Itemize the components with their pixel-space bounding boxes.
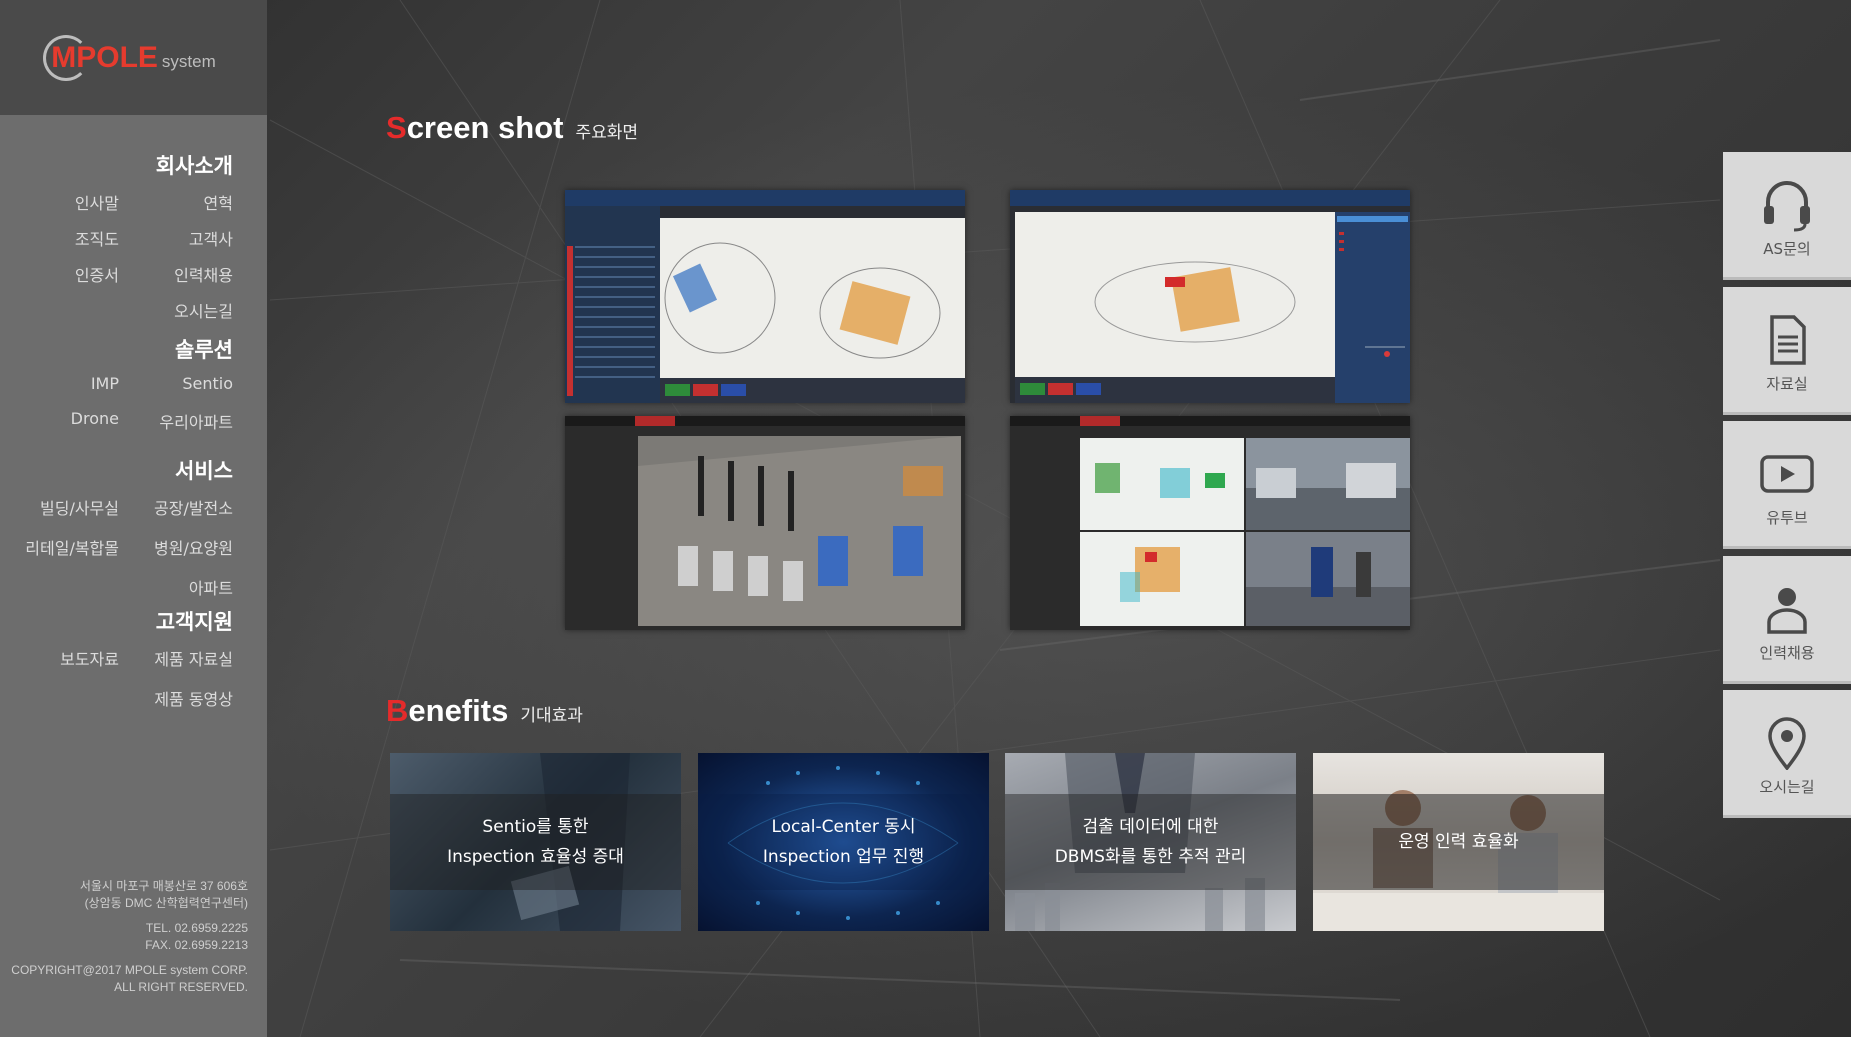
benefit-card-2[interactable]: Local-Center 동시 Inspection 업무 진행	[698, 753, 989, 931]
nav-item-hospital[interactable]: 병원/요양원	[143, 535, 233, 559]
nav-group-services: 서비스 빌딩/사무실 공장/발전소 리테일/복합몰 병원/요양원 아파트	[13, 455, 233, 611]
xray-quadrant-1	[1080, 438, 1244, 530]
play-icon	[1759, 447, 1815, 501]
nav-item-certificates[interactable]: 인증서	[13, 262, 143, 286]
nav-title-company[interactable]: 회사소개	[13, 150, 233, 180]
quick-menu-label: 자료실	[1766, 375, 1808, 393]
address-line-1: 서울시 마포구 매봉산로 37 606호	[79, 879, 248, 893]
sidebar: MPOLE system 회사소개 인사말 연혁 조직도 고객사 인증서 인력채용 오…	[0, 0, 267, 1037]
quick-menu-recruit[interactable]: 인력채용	[1723, 556, 1851, 684]
nav-item-press[interactable]: 보도자료	[13, 646, 143, 670]
app-titlebar	[565, 416, 965, 426]
nav-item-history[interactable]: 연혁	[143, 190, 233, 214]
nav-group-company: 회사소개 인사말 연혁 조직도 고객사 인증서 인력채용 오시는길	[13, 150, 233, 334]
quick-menu-youtube[interactable]: 유투브	[1723, 421, 1851, 549]
nav-item-organization[interactable]: 조직도	[13, 226, 143, 250]
app-titlebar	[565, 190, 965, 206]
tel-text: TEL. 02.6959.2225	[145, 921, 248, 935]
nav-item-clients[interactable]: 고객사	[143, 226, 233, 250]
nav-title-solutions[interactable]: 솔루션	[13, 334, 233, 364]
nav-item-apartment-app[interactable]: 우리아파트	[143, 409, 233, 433]
nav-item-empty	[13, 298, 143, 322]
quick-menu-as-inquiry[interactable]: AS문의	[1723, 152, 1851, 280]
camera-quadrant-1	[1246, 438, 1410, 530]
3d-facility-view	[638, 436, 961, 626]
xray-status-bar	[1015, 377, 1335, 403]
nav-item-directions[interactable]: 오시는길	[143, 298, 233, 322]
nav-group-support: 고객지원 보도자료 제품 자료실 제품 동영상	[13, 606, 233, 722]
nav-item-drone[interactable]: Drone	[13, 409, 143, 433]
benefit-line: Inspection 업무 진행	[762, 847, 925, 867]
nav-item-product-docs[interactable]: 제품 자료실	[143, 646, 233, 670]
benefit-card-3[interactable]: 검출 데이터에 대한 DBMS화를 통한 추적 관리	[1005, 753, 1296, 931]
screenshot-thumbnail-2[interactable]	[1010, 190, 1410, 403]
benefit-line: Sentio를 통한	[482, 817, 589, 837]
xray-side-panel	[1335, 212, 1410, 403]
address-line-2: (상암동 DMC 산학협력연구센터)	[84, 896, 248, 910]
quick-menu-directions[interactable]: 오시는길	[1723, 690, 1851, 818]
copyright-line-1: COPYRIGHT@2017 MPOLE system CORP.	[11, 963, 248, 977]
screenshot-thumbnail-4[interactable]	[1010, 416, 1410, 630]
nav-item-imp[interactable]: IMP	[13, 374, 143, 393]
xray-quadrant-2	[1080, 532, 1244, 626]
copyright-line-2: ALL RIGHT RESERVED.	[114, 980, 248, 994]
benefits-title-first-letter: B	[386, 693, 409, 728]
screenshot-section-title: Screen shot 주요화면	[386, 110, 638, 146]
company-logo[interactable]: MPOLE system	[43, 34, 216, 81]
benefit-text-1: Sentio를 통한 Inspection 효율성 증대	[447, 812, 624, 872]
nav-item-retail[interactable]: 리테일/복합몰	[13, 535, 143, 559]
quick-menu-label: AS문의	[1763, 240, 1811, 258]
screenshot-title-first-letter: S	[386, 110, 407, 145]
screenshot-thumbnail-3[interactable]	[565, 416, 965, 630]
benefits-title-rest: enefits	[408, 693, 509, 728]
nav-item-sentio[interactable]: Sentio	[143, 374, 233, 393]
benefit-text-3: 검출 데이터에 대한 DBMS화를 통한 추적 관리	[1055, 812, 1247, 872]
benefit-line: Inspection 효율성 증대	[447, 847, 624, 867]
quick-menu-label: 유투브	[1766, 509, 1808, 527]
quick-menu-label: 오시는길	[1759, 778, 1815, 796]
headset-icon	[1760, 178, 1814, 232]
benefit-line: DBMS화를 통한 추적 관리	[1054, 847, 1247, 867]
benefits-section-title: Benefits 기대효과	[386, 693, 583, 729]
screenshot-subtitle: 주요화면	[575, 123, 639, 143]
xray-image-pane	[660, 218, 965, 378]
nav-item-building[interactable]: 빌딩/사무실	[13, 495, 143, 519]
xray-status-bar	[660, 378, 965, 403]
app-titlebar	[1010, 416, 1410, 426]
fax-text: FAX. 02.6959.2213	[145, 938, 248, 952]
nav-group-solutions: 솔루션 IMP Sentio Drone 우리아파트	[13, 334, 233, 445]
benefit-line: 운영 인력 효율화	[1398, 832, 1519, 852]
nav-title-services[interactable]: 서비스	[13, 455, 233, 485]
camera-quadrant-2	[1246, 532, 1410, 626]
nav-item-apartment[interactable]: 아파트	[143, 575, 233, 599]
logo-sub-text: system	[161, 51, 216, 71]
app-list-panel	[565, 206, 660, 403]
nav-item-greeting[interactable]: 인사말	[13, 190, 143, 214]
logo-main-text: MPOLE	[51, 40, 158, 74]
logo-area[interactable]: MPOLE system	[0, 0, 267, 115]
benefits-subtitle: 기대효과	[520, 706, 583, 726]
footer-info: 서울시 마포구 매봉산로 37 606호 (상암동 DMC 산학협력연구센터) …	[11, 878, 248, 996]
location-pin-icon	[1760, 716, 1814, 770]
screenshot-thumbnail-1[interactable]	[565, 190, 965, 403]
nav-item-factory[interactable]: 공장/발전소	[143, 495, 233, 519]
screenshot-title-rest: creen shot	[406, 110, 564, 145]
benefit-line: Local-Center 동시	[771, 817, 916, 837]
benefit-text-4: 운영 인력 효율화	[1398, 827, 1518, 857]
benefit-line: 검출 데이터에 대한	[1082, 817, 1219, 837]
nav-item-empty	[13, 686, 143, 710]
app-titlebar	[1010, 190, 1410, 206]
quick-menu-label: 인력채용	[1759, 644, 1815, 662]
document-icon	[1760, 313, 1814, 367]
nav-item-empty	[13, 575, 143, 599]
benefit-card-4[interactable]: 운영 인력 효율화	[1313, 753, 1604, 931]
nav-item-recruit[interactable]: 인력채용	[143, 262, 233, 286]
xray-image-pane	[1015, 212, 1335, 377]
nav-item-product-videos[interactable]: 제품 동영상	[143, 686, 233, 710]
quick-menu-archive[interactable]: 자료실	[1723, 287, 1851, 415]
benefit-card-1[interactable]: Sentio를 통한 Inspection 효율성 증대	[390, 753, 681, 931]
person-icon	[1760, 582, 1814, 636]
benefit-text-2: Local-Center 동시 Inspection 업무 진행	[763, 812, 924, 872]
nav-title-support[interactable]: 고객지원	[13, 606, 233, 636]
